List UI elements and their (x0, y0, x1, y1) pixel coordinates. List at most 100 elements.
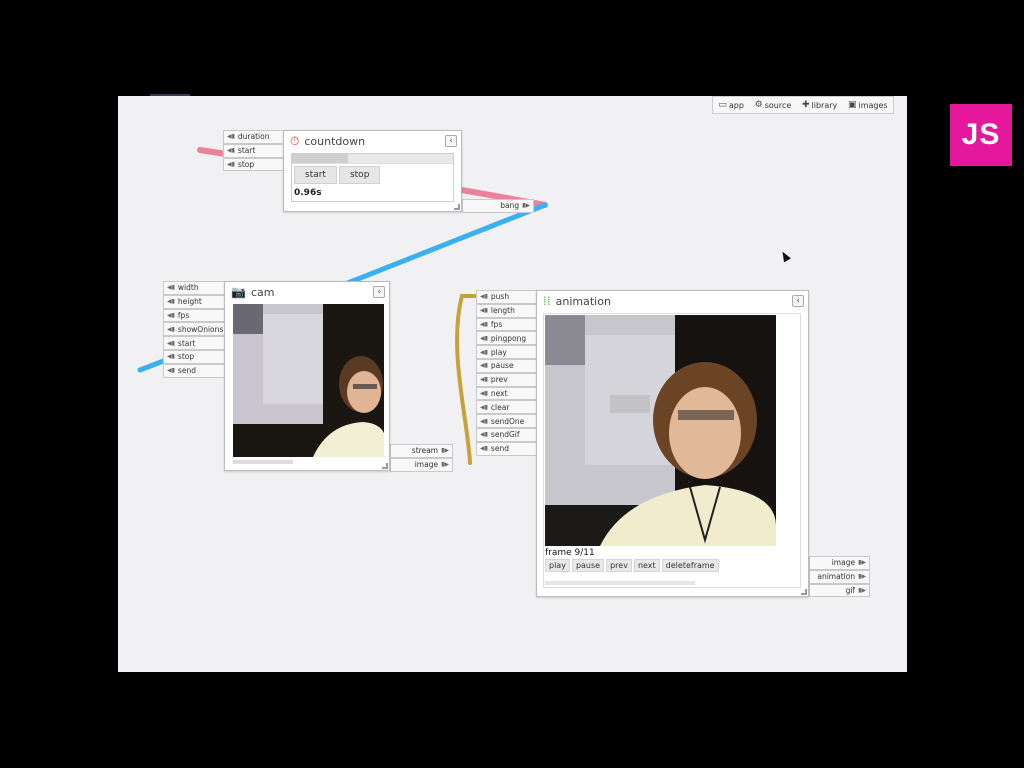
stopwatch-icon: ⏱ (290, 134, 300, 148)
countdown-buttons: start stop (292, 164, 453, 186)
camera-icon: 📷 (231, 285, 246, 299)
collapse-button[interactable]: ‹ (792, 295, 804, 307)
port-icon: ◀▮ (480, 431, 488, 439)
animation-scrollbar[interactable] (545, 581, 695, 585)
port-in-height[interactable]: ◀▮ height (163, 294, 225, 309)
module-title: cam (250, 285, 275, 299)
port-in-send[interactable]: ◀▮ send (476, 441, 537, 456)
countdown-progress (292, 154, 453, 164)
module-title: animation (555, 294, 611, 308)
top-toolbar: ▭ app ⚙ source ✚ library ▣ images (712, 96, 894, 114)
play-button[interactable]: play (545, 559, 570, 572)
animation-controls: play pause prev next deleteframe (545, 559, 719, 572)
port-icon: ◀▮ (480, 376, 488, 384)
collapse-button[interactable]: ‹ (373, 286, 385, 298)
port-in-next[interactable]: ◀▮ next (476, 386, 537, 401)
port-in-fps[interactable]: ◀▮ fps (163, 308, 225, 323)
port-icon: ▮▶ (441, 461, 449, 469)
port-icon: ◀▮ (480, 307, 488, 315)
port-out-stream[interactable]: stream ▮▶ (390, 444, 453, 458)
port-icon: ◀▮ (480, 320, 488, 328)
port-in-width[interactable]: ◀▮ width (163, 281, 225, 295)
pause-button[interactable]: pause (571, 559, 605, 572)
port-icon: ◀▮ (227, 160, 235, 168)
port-in-start[interactable]: ◀▮ start (223, 143, 284, 158)
port-icon: ◀▮ (167, 298, 175, 306)
animation-preview (545, 315, 776, 546)
port-in-showonions[interactable]: ◀▮ showOnions (163, 322, 225, 337)
port-in-stop[interactable]: ◀▮ stop (223, 157, 284, 172)
port-icon: ▮▶ (858, 573, 866, 581)
countdown-body: start stop 0.96s (291, 153, 454, 202)
port-in-length[interactable]: ◀▮ length (476, 303, 537, 318)
port-in-prev[interactable]: ◀▮ prev (476, 372, 537, 387)
prev-button[interactable]: prev (606, 559, 632, 572)
images-icon: ▣ (847, 100, 857, 110)
port-in-clear[interactable]: ◀▮ clear (476, 400, 537, 415)
countdown-time: 0.96s (294, 188, 322, 198)
resize-handle[interactable] (454, 204, 460, 210)
port-in-send[interactable]: ◀▮ send (163, 363, 225, 378)
countdown-outputs: bang ▮▶ (462, 199, 534, 213)
next-button[interactable]: next (633, 559, 660, 572)
cam-inputs: ◀▮ width ◀▮ height ◀▮ fps ◀▮ showOnions ◀▮ st… (163, 281, 225, 378)
cam-header[interactable]: 📷 cam (225, 282, 389, 302)
toolbar-images[interactable]: ▣ images (848, 100, 888, 110)
animation-module[interactable]: ⁞⁞ animation ‹ frame 9/11 play pause pre… (536, 290, 809, 597)
port-in-duration[interactable]: ◀▮ duration (223, 130, 284, 144)
camera-feed (233, 304, 384, 457)
animation-header[interactable]: ⁞⁞ animation (537, 291, 808, 311)
cam-module[interactable]: 📷 cam ‹ (224, 281, 390, 471)
port-icon: ◀▮ (480, 348, 488, 356)
resize-handle[interactable] (801, 589, 807, 595)
port-out-animation[interactable]: animation ▮▶ (809, 569, 870, 584)
port-in-pingpong[interactable]: ◀▮ pingpong (476, 331, 537, 346)
port-icon: ◀▮ (480, 417, 488, 425)
module-title: countdown (304, 134, 366, 148)
resize-handle[interactable] (382, 463, 388, 469)
camera-feed-image (233, 304, 384, 457)
port-icon: ◀▮ (480, 293, 488, 301)
port-in-fps[interactable]: ◀▮ fps (476, 317, 537, 332)
port-icon: ▮▶ (441, 447, 449, 455)
port-in-push[interactable]: ◀▮ push (476, 290, 537, 304)
port-out-bang[interactable]: bang ▮▶ (462, 199, 534, 213)
port-in-start[interactable]: ◀▮ start (163, 336, 225, 350)
countdown-inputs: ◀▮ duration ◀▮ start ◀▮ stop (223, 130, 284, 172)
port-out-image[interactable]: image ▮▶ (809, 556, 870, 570)
countdown-header[interactable]: ⏱ countdown (284, 131, 461, 151)
collapse-button[interactable]: ‹ (445, 135, 457, 147)
port-icon: ◀▮ (227, 147, 235, 155)
port-in-sendone[interactable]: ◀▮ sendOne (476, 414, 537, 428)
port-icon: ◀▮ (480, 334, 488, 342)
port-icon: ◀▮ (480, 389, 488, 397)
deleteframe-button[interactable]: deleteframe (661, 559, 719, 572)
start-button[interactable]: start (294, 166, 337, 184)
port-icon: ◀▮ (480, 403, 488, 411)
port-icon: ◀▮ (480, 445, 488, 453)
port-icon: ◀▮ (227, 133, 235, 141)
toolbar-app[interactable]: ▭ app (718, 100, 744, 110)
frame-counter: frame 9/11 (545, 548, 595, 558)
toolbar-source[interactable]: ⚙ source (755, 100, 792, 110)
js-badge: JS (950, 104, 1012, 166)
countdown-module[interactable]: ⏱ countdown ‹ start stop 0.96s (283, 130, 462, 212)
animation-inputs: ◀▮ push ◀▮ length ◀▮ fps ◀▮ pingpong ◀▮ play … (476, 290, 537, 456)
port-in-sendgif[interactable]: ◀▮ sendGif (476, 427, 537, 442)
stop-button[interactable]: stop (338, 166, 381, 184)
port-icon: ◀▮ (167, 367, 175, 375)
port-out-image[interactable]: image ▮▶ (390, 457, 453, 472)
port-in-pause[interactable]: ◀▮ pause (476, 358, 537, 373)
gear-icon: ⚙ (754, 100, 763, 110)
folder-icon: ▭ (718, 100, 727, 110)
port-icon: ◀▮ (167, 325, 175, 333)
film-icon: ⁞⁞ (543, 294, 551, 308)
port-out-gif[interactable]: gif ▮▶ (809, 583, 870, 598)
toolbar-library[interactable]: ✚ library (802, 100, 837, 110)
countdown-progress-fill (292, 154, 349, 163)
port-in-stop[interactable]: ◀▮ stop (163, 349, 225, 364)
cam-scrollbar[interactable] (233, 460, 293, 464)
port-icon: ◀▮ (167, 339, 175, 347)
port-in-play[interactable]: ◀▮ play (476, 345, 537, 359)
port-icon: ▮▶ (522, 202, 530, 210)
